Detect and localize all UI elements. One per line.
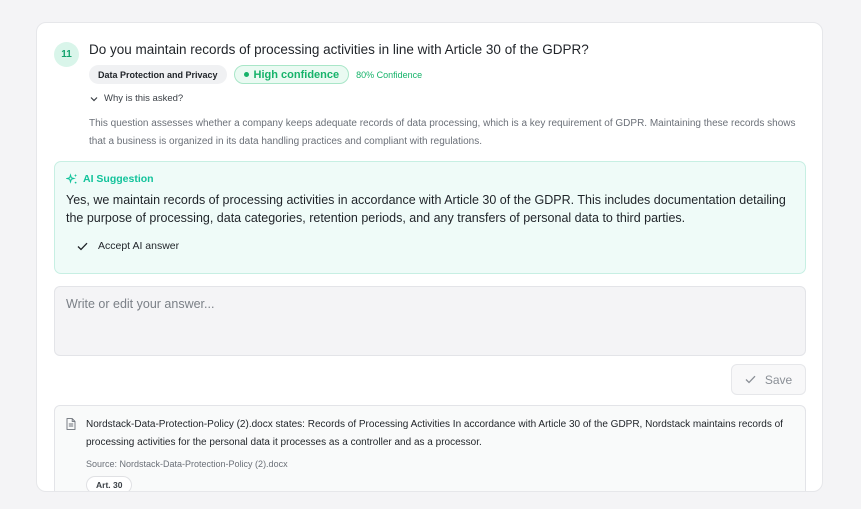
question-number-badge: 11 <box>54 42 79 67</box>
why-asked-toggle[interactable]: Why is this asked? <box>90 93 183 104</box>
answer-input[interactable] <box>54 286 806 356</box>
source-reference-panel: Nordstack-Data-Protection-Policy (2).doc… <box>54 405 806 491</box>
document-icon <box>66 418 76 430</box>
why-asked-label: Why is this asked? <box>104 93 184 104</box>
check-icon <box>77 242 88 250</box>
chevron-down-icon <box>90 96 98 101</box>
question-card: 11 Do you maintain records of processing… <box>36 22 823 492</box>
confidence-percent: 80% Confidence <box>356 69 423 80</box>
confidence-badge: High confidence <box>233 65 350 84</box>
article-tag: Art. 30 <box>86 476 133 491</box>
save-button[interactable]: Save <box>731 364 806 395</box>
source-file-link[interactable]: Source: Nordstack-Data-Protection-Policy… <box>86 459 288 469</box>
accept-ai-answer-label: Accept AI answer <box>98 240 180 252</box>
question-title: Do you maintain records of processing ac… <box>89 42 589 57</box>
ai-suggestion-title: AI Suggestion <box>83 173 154 185</box>
save-label: Save <box>764 372 793 387</box>
ai-suggestion-header: AI Suggestion <box>66 173 154 185</box>
ai-suggestion-panel: AI Suggestion Yes, we maintain records o… <box>54 161 806 274</box>
confidence-label: High confidence <box>253 68 340 81</box>
source-excerpt: Nordstack-Data-Protection-Policy (2).doc… <box>86 419 783 448</box>
sparkle-icon <box>66 173 78 184</box>
question-explanation: This question assesses whether a company… <box>89 118 796 147</box>
check-icon <box>745 375 756 384</box>
accept-ai-answer-button[interactable]: Accept AI answer <box>77 240 179 252</box>
status-dot-icon <box>243 72 249 77</box>
ai-suggestion-text: Yes, we maintain records of processing a… <box>66 193 786 225</box>
question-tags: Data Protection and Privacy High confide… <box>89 65 422 84</box>
category-tag: Data Protection and Privacy <box>89 65 227 84</box>
